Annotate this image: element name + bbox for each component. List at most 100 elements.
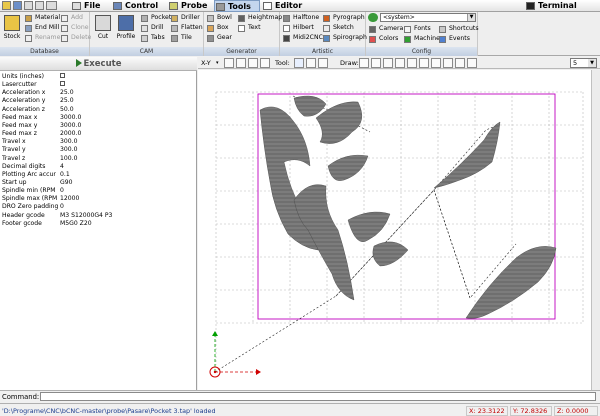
property-value[interactable]: 3000.0 <box>60 114 81 122</box>
property-row[interactable]: Feed max y 3000.0 <box>0 122 197 130</box>
property-row[interactable]: Header gcode M3 S12000G4 P3 <box>0 212 197 220</box>
text-button[interactable]: Text <box>237 23 261 33</box>
property-row[interactable]: Acceleration y 25.0 <box>0 97 197 105</box>
property-value[interactable]: 12000 <box>60 195 79 203</box>
zoom-fit-icon[interactable] <box>260 58 270 68</box>
draw-timer-icon[interactable] <box>455 58 465 68</box>
view-dropdown-chevron-icon[interactable]: ▾ <box>216 58 222 68</box>
camera-button[interactable]: Camera <box>368 24 403 34</box>
checkbox-icon[interactable] <box>60 81 65 87</box>
driller-button[interactable]: Driller <box>170 13 200 23</box>
property-value[interactable]: 0.1 <box>60 171 70 179</box>
events-button[interactable]: Events <box>438 34 470 44</box>
property-value[interactable]: M5G0 Z20 <box>60 220 92 228</box>
execute-button[interactable]: Execute <box>0 57 197 71</box>
property-value[interactable]: 2000.0 <box>60 130 81 138</box>
menu-probe[interactable]: Probe <box>168 0 214 12</box>
menu-terminal[interactable]: Terminal <box>525 0 585 12</box>
property-value[interactable]: G90 <box>60 179 72 187</box>
draw-axes-icon[interactable] <box>359 58 369 68</box>
draw-margin-icon[interactable] <box>383 58 393 68</box>
drill-button[interactable]: Drill <box>140 23 163 33</box>
draw-grid-icon[interactable] <box>371 58 381 68</box>
property-row[interactable]: Units (inches) <box>0 73 197 81</box>
redo-icon[interactable] <box>35 1 44 10</box>
quick-access-dropdown-icon[interactable] <box>46 1 57 10</box>
property-value[interactable]: 300.0 <box>60 138 77 146</box>
hilbert-button[interactable]: Hilbert <box>282 23 314 33</box>
property-row[interactable]: Travel y 300.0 <box>0 146 197 154</box>
flatten-button[interactable]: Flatten <box>170 23 203 33</box>
spirograph-button[interactable]: Spirograph <box>322 33 367 43</box>
draw-paths-icon[interactable] <box>431 58 441 68</box>
drawing-canvas[interactable] <box>198 70 600 390</box>
select-tool-icon[interactable] <box>294 58 304 68</box>
property-row[interactable]: Start up G90 <box>0 179 197 187</box>
property-value[interactable]: 50.0 <box>60 106 74 114</box>
gear-button[interactable]: Gear <box>206 33 232 43</box>
clone-button[interactable]: Clone <box>60 23 89 33</box>
property-value[interactable]: 25.0 <box>60 97 74 105</box>
menu-tools[interactable]: Tools <box>214 0 260 12</box>
checkbox-icon[interactable] <box>60 73 65 78</box>
add-button[interactable]: Add <box>60 13 83 23</box>
property-value[interactable]: 4 <box>60 163 64 171</box>
property-row[interactable]: Lasercutter <box>0 81 197 89</box>
property-checkbox[interactable] <box>60 73 65 81</box>
property-value[interactable]: M3 S12000G4 P3 <box>60 212 112 220</box>
stock-button[interactable]: Stock <box>1 13 23 46</box>
property-row[interactable]: Spindle min (RPM 0 <box>0 187 197 195</box>
halftone-button[interactable]: Halftone <box>282 13 319 23</box>
box-button[interactable]: Box <box>206 23 229 33</box>
property-row[interactable]: Acceleration x 25.0 <box>0 89 197 97</box>
menu-file[interactable]: File <box>71 0 112 12</box>
draw-refresh-icon[interactable] <box>467 58 477 68</box>
draw-probe-icon[interactable] <box>395 58 405 68</box>
property-value[interactable]: 300.0 <box>60 146 77 154</box>
open-file-icon[interactable] <box>2 1 11 10</box>
zoom-level-select[interactable]: 5 ▼ <box>570 58 597 68</box>
colors-button[interactable]: Colors <box>368 34 398 44</box>
delete-button[interactable]: Delete <box>60 33 91 43</box>
draw-workarea-icon[interactable] <box>407 58 417 68</box>
property-row[interactable]: Feed max x 3000.0 <box>0 114 197 122</box>
canvas-vertical-scrollbar[interactable] <box>591 70 600 390</box>
bowl-button[interactable]: Bowl <box>206 13 232 23</box>
draw-rapid-icon[interactable] <box>419 58 429 68</box>
view-label[interactable]: X-Y <box>201 58 211 68</box>
zoom-region-icon[interactable] <box>248 58 258 68</box>
tile-button[interactable]: Tile <box>170 33 192 43</box>
save-icon[interactable] <box>13 1 22 10</box>
property-row[interactable]: Feed max z 2000.0 <box>0 130 197 138</box>
undo-icon[interactable] <box>24 1 33 10</box>
tabs-button[interactable]: Tabs <box>140 33 165 43</box>
property-row[interactable]: Spindle max (RPM 12000 <box>0 195 197 203</box>
material-button[interactable]: Material <box>24 13 60 23</box>
zoom-in-icon[interactable] <box>224 58 234 68</box>
property-row[interactable]: Travel x 300.0 <box>0 138 197 146</box>
heightmap-button[interactable]: Heightmap <box>237 13 282 23</box>
config-dropdown[interactable]: <system> ▼ <box>380 13 476 22</box>
property-row[interactable]: DRO Zero padding 0 <box>0 203 197 211</box>
shortcuts-button[interactable]: Shortcuts <box>438 24 479 34</box>
property-value[interactable]: 0 <box>60 203 64 211</box>
command-input[interactable] <box>40 392 596 401</box>
pan-tool-icon[interactable] <box>306 58 316 68</box>
pocket-button[interactable]: Pocket <box>140 13 171 23</box>
draw-camera-icon[interactable] <box>443 58 453 68</box>
fonts-button[interactable]: Fonts <box>403 24 431 34</box>
sketch-button[interactable]: Sketch <box>322 23 354 33</box>
end-mill-button[interactable]: End Mill <box>24 23 59 33</box>
property-row[interactable]: Footer gcode M5G0 Z20 <box>0 220 197 228</box>
machine-button[interactable]: Machine <box>403 34 440 44</box>
pyrograph-button[interactable]: Pyrograph <box>322 13 365 23</box>
zoom-out-icon[interactable] <box>236 58 246 68</box>
property-value[interactable]: 25.0 <box>60 89 74 97</box>
menu-control[interactable]: Control <box>112 0 168 12</box>
property-row[interactable]: Travel z 100.0 <box>0 155 197 163</box>
property-value[interactable]: 100.0 <box>60 155 77 163</box>
rename-button[interactable]: Rename <box>24 33 60 43</box>
property-row[interactable]: Plotting Arc accur 0.1 <box>0 171 197 179</box>
property-value[interactable]: 3000.0 <box>60 122 81 130</box>
property-row[interactable]: Acceleration z 50.0 <box>0 106 197 114</box>
